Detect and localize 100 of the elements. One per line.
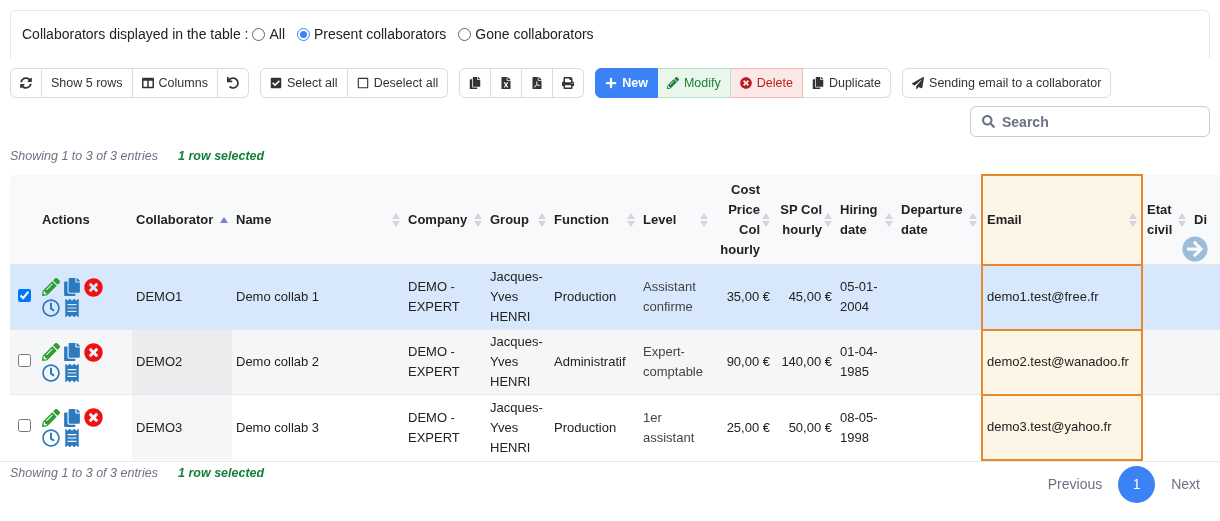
new-button[interactable]: New: [595, 68, 658, 98]
column-header[interactable]: Cost Price Col hourly: [716, 179, 760, 260]
checked-box-icon: [269, 77, 282, 89]
table-cell: Production: [554, 419, 617, 435]
delete-icon[interactable]: [84, 277, 103, 297]
delete-button[interactable]: Delete: [730, 68, 803, 98]
table-cell: 90,00 €: [726, 354, 770, 370]
previous-page-button[interactable]: Previous: [1037, 465, 1113, 503]
copy-icon[interactable]: [63, 278, 81, 297]
table-cell: Expert-comptable: [643, 344, 703, 380]
table-cell: Jacques-Yves HENRI: [490, 334, 543, 390]
modify-button[interactable]: Modify: [657, 68, 731, 98]
edit-icon[interactable]: [42, 278, 60, 297]
refresh-button[interactable]: [10, 68, 42, 98]
undo-icon: [226, 77, 239, 89]
column-header[interactable]: Company: [408, 209, 472, 230]
receipt-icon[interactable]: [63, 298, 81, 317]
row-checkbox[interactable]: [18, 418, 31, 432]
show-rows-button[interactable]: Show 5 rows: [42, 68, 133, 98]
column-header[interactable]: Hiring date: [840, 199, 883, 240]
columns-button[interactable]: Columns: [132, 68, 218, 98]
edit-icon[interactable]: [42, 343, 60, 362]
column-header: Actions: [42, 210, 91, 229]
search-field[interactable]: Search: [970, 106, 1210, 137]
pencil-icon: [666, 77, 679, 89]
next-page-button[interactable]: Next: [1161, 465, 1210, 503]
table-cell: Jacques-Yves HENRI: [490, 269, 543, 325]
table-cell: 50,00 €: [788, 419, 832, 435]
delete-icon[interactable]: [84, 342, 103, 362]
table-cell: demo1.test@free.fr: [987, 289, 1099, 305]
table-cell: Jacques-Yves HENRI: [490, 399, 543, 455]
column-header[interactable]: Level: [643, 209, 698, 230]
column-header[interactable]: SP Col hourly: [778, 199, 822, 240]
selection-info: 1 row selected: [178, 464, 265, 482]
search-icon: [982, 115, 995, 128]
receipt-icon[interactable]: [63, 363, 81, 382]
plus-icon: [605, 77, 618, 89]
table-cell: Production: [554, 289, 617, 305]
edit-icon[interactable]: [42, 408, 60, 427]
filter-label: Collaborators displayed in the table :: [22, 25, 249, 44]
scroll-right-icon[interactable]: [1182, 235, 1208, 262]
delete-icon[interactable]: [84, 408, 103, 427]
radio-label[interactable]: Gone collaborators: [475, 24, 594, 45]
print-button[interactable]: [553, 68, 585, 98]
selection-info: 1 row selected: [178, 148, 265, 165]
empty-box-icon: [356, 77, 369, 89]
copy-icon: [469, 77, 482, 89]
pdf-file-icon: [531, 77, 544, 89]
table-cell: DEMO - EXPERT: [408, 409, 460, 445]
table-cell: Demo collab 2: [236, 354, 320, 370]
receipt-icon[interactable]: [63, 429, 81, 447]
page-button[interactable]: 1: [1118, 465, 1156, 503]
table-cell: Demo collab 3: [236, 419, 320, 435]
table-cell: 01-04-1985: [840, 344, 878, 380]
copy-icon[interactable]: [63, 408, 81, 427]
column-header[interactable]: Function: [554, 209, 625, 230]
clock-icon[interactable]: [42, 363, 60, 382]
table-cell: 45,00 €: [788, 289, 832, 305]
radio-label[interactable]: Present collaborators: [314, 24, 447, 45]
clock-icon[interactable]: [42, 298, 60, 317]
copy-button[interactable]: [459, 68, 492, 98]
entries-info: Showing 1 to 3 of 3 entries: [10, 148, 158, 165]
table-cell: 08-05-1998: [840, 409, 878, 445]
table-cell: DEMO3: [136, 419, 183, 435]
radio-label[interactable]: All: [269, 24, 286, 45]
table-cell: demo2.test@wanadoo.fr: [987, 354, 1129, 370]
table-cell: 05-01-2004: [840, 279, 878, 315]
table-cell: 1er assistant: [643, 409, 695, 445]
entries-info: Showing 1 to 3 of 3 entries: [10, 464, 158, 482]
table-cell: DEMO - EXPERT: [408, 344, 460, 380]
column-header[interactable]: Group: [490, 209, 536, 230]
refresh-icon: [20, 77, 32, 89]
print-icon: [562, 77, 575, 89]
excel-file-icon: [500, 77, 513, 89]
column-header[interactable]: Name: [236, 209, 390, 230]
row-checkbox[interactable]: [18, 288, 31, 302]
send-email-button[interactable]: Sending email to a collaborator: [902, 68, 1112, 98]
column-header[interactable]: Etat civil: [1147, 199, 1176, 240]
table-cell: 25,00 €: [726, 419, 770, 435]
table-cell: DEMO2: [136, 354, 183, 370]
select-all-button[interactable]: Select all: [259, 68, 348, 98]
clock-icon[interactable]: [42, 429, 60, 447]
table-cell: 35,00 €: [726, 289, 770, 305]
reset-button[interactable]: [217, 68, 249, 98]
table-cell: demo3.test@yahoo.fr: [987, 419, 1112, 435]
deselect-all-button[interactable]: Deselect all: [347, 68, 449, 98]
column-header[interactable]: Departure date: [901, 199, 967, 240]
row-checkbox[interactable]: [18, 353, 31, 367]
column-header: Di: [1194, 210, 1208, 229]
copy-icon[interactable]: [63, 343, 81, 362]
excel-button[interactable]: [491, 68, 523, 98]
table-cell: Administratif: [554, 354, 626, 370]
pdf-button[interactable]: [522, 68, 554, 98]
duplicate-button[interactable]: Duplicate: [802, 68, 892, 98]
column-header[interactable]: Collaborator: [136, 209, 218, 230]
columns-icon: [141, 77, 154, 89]
table-cell: DEMO1: [136, 289, 183, 305]
table-cell: 140,00 €: [781, 354, 832, 370]
sort-ascending-icon[interactable]: [220, 216, 228, 223]
paper-plane-icon: [912, 77, 925, 89]
